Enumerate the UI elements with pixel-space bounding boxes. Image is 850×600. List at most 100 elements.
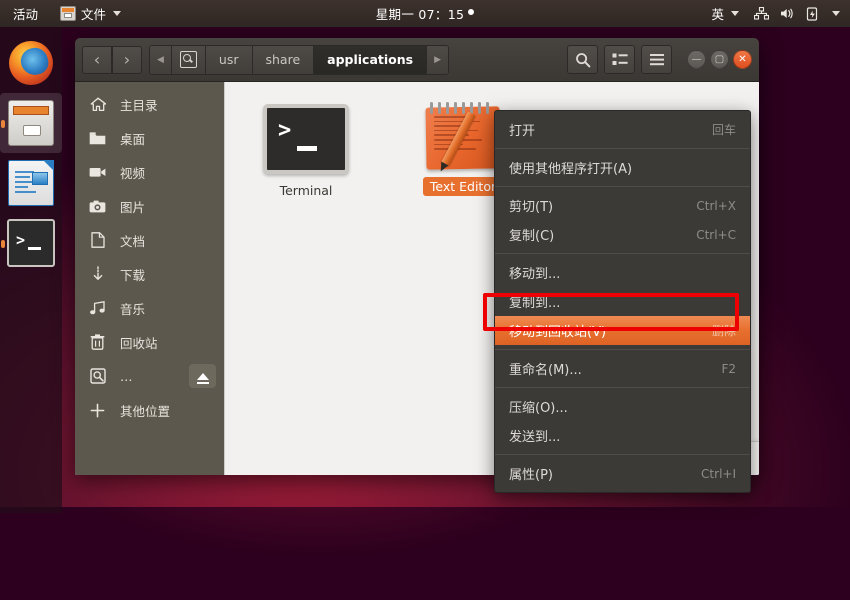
window-headerbar: ‹ › ◀ usr share applications ▶ — ▢ ✕ xyxy=(75,38,759,82)
menu-item-label: 移动到... xyxy=(509,267,561,282)
breadcrumb-segment-applications[interactable]: applications xyxy=(314,45,428,74)
filesystem-search-icon xyxy=(179,51,197,68)
forward-button[interactable]: › xyxy=(112,45,142,74)
menu-item-send-to[interactable]: 发送到... xyxy=(495,421,750,450)
menu-item-label: 打开 xyxy=(509,124,536,139)
headerbar-tools: — ▢ ✕ xyxy=(567,45,752,74)
video-icon xyxy=(89,164,106,181)
menu-item-label: 剪切(T) xyxy=(509,200,554,215)
breadcrumb-segment-share[interactable]: share xyxy=(252,45,315,74)
menu-item-cut[interactable]: 剪切(T) Ctrl+X xyxy=(495,191,750,220)
download-icon xyxy=(89,266,106,283)
menu-item-label: 重命名(M)... xyxy=(509,363,582,378)
menu-item-label: 压缩(O)... xyxy=(509,401,568,416)
breadcrumb-root[interactable] xyxy=(171,45,206,74)
view-toggle-button[interactable] xyxy=(604,45,635,74)
terminal-app-icon: > xyxy=(248,92,364,174)
menu-item-label: 使用其他程序打开(A) xyxy=(509,162,633,177)
files-icon xyxy=(60,6,77,21)
trash-icon xyxy=(89,334,106,351)
menu-separator xyxy=(495,349,750,350)
sidebar-item-videos[interactable]: 视频 xyxy=(75,155,224,189)
running-indicator xyxy=(1,120,5,128)
network-icon[interactable] xyxy=(753,6,770,20)
activities-button[interactable]: 活动 xyxy=(9,2,42,25)
running-indicator xyxy=(1,240,5,248)
menu-item-copy[interactable]: 复制(C) Ctrl+C xyxy=(495,220,750,249)
minimize-button[interactable]: — xyxy=(687,50,706,69)
menu-item-copy-to[interactable]: 复制到... xyxy=(495,287,750,316)
search-button[interactable] xyxy=(567,45,598,74)
home-icon xyxy=(89,96,106,113)
writer-icon xyxy=(8,160,54,206)
app-menu-button[interactable]: 文件 xyxy=(56,2,125,25)
sidebar-item-label: … xyxy=(120,368,133,384)
sidebar-item-other-locations[interactable]: 其他位置 xyxy=(75,393,224,427)
folder-icon xyxy=(89,130,106,147)
back-button[interactable]: ‹ xyxy=(82,45,112,74)
clock-button[interactable]: 星期一 07：15 xyxy=(372,2,479,25)
menu-item-open-with[interactable]: 使用其他程序打开(A) xyxy=(495,153,750,182)
sidebar-item-desktop[interactable]: 桌面 xyxy=(75,121,224,155)
sidebar-item-trash[interactable]: 回收站 xyxy=(75,325,224,359)
menu-item-open[interactable]: 打开 回车 xyxy=(495,115,750,144)
menu-separator xyxy=(495,253,750,254)
menu-item-properties[interactable]: 属性(P) Ctrl+I xyxy=(495,459,750,488)
dock-item-libreoffice-writer[interactable] xyxy=(0,153,62,213)
menu-button[interactable] xyxy=(641,45,672,74)
sidebar-item-label: 桌面 xyxy=(120,131,146,147)
caret-down-icon[interactable] xyxy=(832,11,840,16)
dock-item-firefox[interactable] xyxy=(0,33,62,93)
breadcrumb-scroll-right[interactable]: ▶ xyxy=(427,45,449,74)
file-item-terminal[interactable]: > Terminal xyxy=(248,92,364,204)
sidebar-item-music[interactable]: 音乐 xyxy=(75,291,224,325)
eject-icon xyxy=(196,372,209,384)
sidebar-item-home[interactable]: 主目录 xyxy=(75,87,224,121)
volume-icon[interactable] xyxy=(780,7,795,20)
sidebar: 主目录 桌面 视频 图片 文档 下载 音乐 回收站 … 其他位置 xyxy=(75,82,225,475)
breadcrumb: ◀ usr share applications ▶ xyxy=(149,44,450,75)
menu-item-accel: Ctrl+C xyxy=(696,227,736,242)
close-icon: ✕ xyxy=(738,54,747,65)
list-view-icon xyxy=(612,53,628,65)
menu-separator xyxy=(495,387,750,388)
menu-item-accel: Ctrl+X xyxy=(696,198,736,213)
file-name-label: Text Editor xyxy=(422,177,504,196)
menu-separator xyxy=(495,454,750,455)
breadcrumb-segment-usr[interactable]: usr xyxy=(205,45,253,74)
menu-item-label: 复制到... xyxy=(509,296,561,311)
sidebar-item-device[interactable]: … xyxy=(75,359,224,393)
maximize-button[interactable]: ▢ xyxy=(710,50,729,69)
sidebar-item-pictures[interactable]: 图片 xyxy=(75,189,224,223)
breadcrumb-scroll-left[interactable]: ◀ xyxy=(150,45,172,74)
dock-item-files[interactable] xyxy=(0,93,62,153)
sidebar-item-documents[interactable]: 文档 xyxy=(75,223,224,257)
caret-down-icon xyxy=(113,11,122,16)
recording-dot-icon xyxy=(468,8,475,15)
document-icon xyxy=(89,232,106,249)
eject-button[interactable] xyxy=(189,364,216,388)
top-panel: 活动 文件 星期一 07：15 英 xyxy=(0,0,850,27)
sidebar-item-label: 文档 xyxy=(120,233,146,249)
close-button[interactable]: ✕ xyxy=(733,50,752,69)
menu-item-accel: F2 xyxy=(721,361,736,376)
chevron-left-icon: ‹ xyxy=(93,49,101,69)
context-menu: 打开 回车 使用其他程序打开(A) 剪切(T) Ctrl+X 复制(C) Ctr… xyxy=(494,110,751,493)
window-controls: — ▢ ✕ xyxy=(687,50,752,69)
menu-item-label: 属性(P) xyxy=(509,468,553,483)
music-icon xyxy=(89,300,106,317)
sidebar-item-label: 图片 xyxy=(120,199,146,215)
menu-separator xyxy=(495,148,750,149)
sidebar-item-label: 下载 xyxy=(120,267,146,283)
menu-item-label: 发送到... xyxy=(509,430,561,445)
camera-icon xyxy=(89,198,106,215)
menu-item-move-to-trash[interactable]: 移动到回收站(V) 删除 xyxy=(495,316,750,345)
dock: > xyxy=(0,27,62,513)
battery-icon[interactable] xyxy=(806,6,819,21)
sidebar-item-downloads[interactable]: 下载 xyxy=(75,257,224,291)
dock-item-terminal[interactable]: > xyxy=(0,213,62,273)
menu-item-compress[interactable]: 压缩(O)... xyxy=(495,392,750,421)
input-source-button[interactable]: 英 xyxy=(707,2,743,25)
menu-item-move-to[interactable]: 移动到... xyxy=(495,258,750,287)
menu-item-rename[interactable]: 重命名(M)... F2 xyxy=(495,354,750,383)
